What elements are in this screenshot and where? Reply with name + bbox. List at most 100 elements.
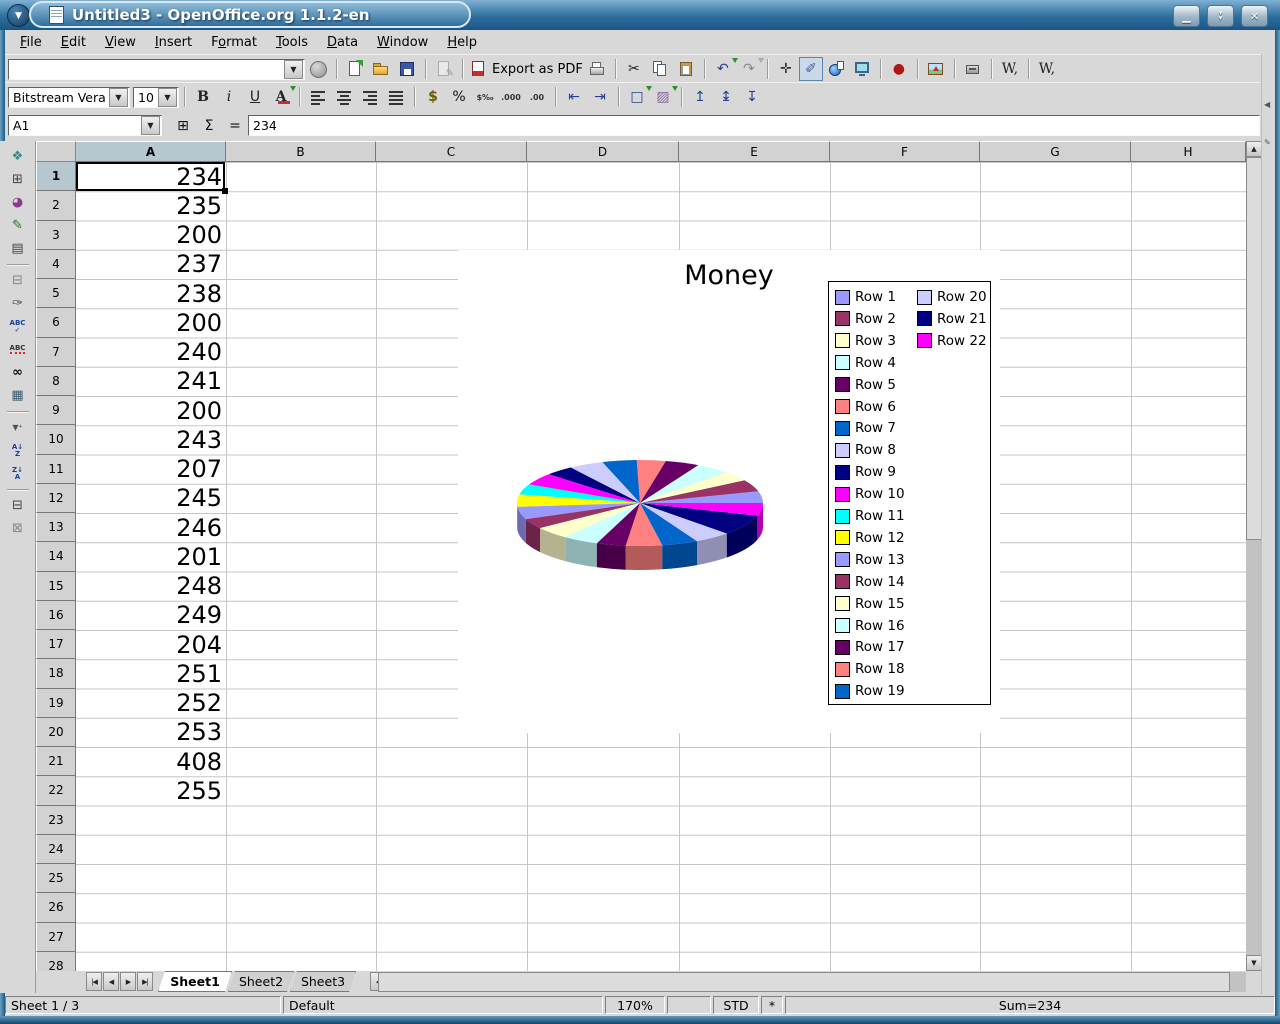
sheet-tab-sheet3[interactable]: Sheet3 bbox=[290, 971, 356, 992]
percent-format-icon[interactable]: % bbox=[446, 85, 472, 109]
row-header-1[interactable]: 1 bbox=[36, 162, 76, 191]
cell-A18[interactable]: 251 bbox=[76, 659, 226, 688]
cell-A8[interactable]: 241 bbox=[76, 367, 226, 396]
menu-window[interactable]: Window bbox=[368, 32, 438, 53]
status-page-style[interactable]: Default bbox=[283, 996, 603, 1014]
column-header-F[interactable]: F bbox=[830, 141, 980, 162]
find-replace-icon[interactable]: ∞ bbox=[4, 361, 32, 384]
copy-icon[interactable] bbox=[647, 57, 673, 81]
row-header-25[interactable]: 25 bbox=[36, 864, 76, 893]
row-header-24[interactable]: 24 bbox=[36, 835, 76, 864]
url-combo-dropdown-icon[interactable]: ▼ bbox=[284, 60, 303, 79]
column-header-G[interactable]: G bbox=[980, 141, 1131, 162]
menu-data[interactable]: Data bbox=[318, 32, 368, 53]
select-all-corner[interactable] bbox=[36, 141, 76, 162]
cell-A7[interactable]: 240 bbox=[76, 338, 226, 367]
row-header-22[interactable]: 22 bbox=[36, 776, 76, 805]
gallery-icon[interactable] bbox=[849, 57, 875, 81]
save-icon[interactable] bbox=[394, 57, 420, 81]
decrease-indent-icon[interactable]: ⇤ bbox=[561, 85, 587, 109]
draw-functions-icon[interactable]: ✎ bbox=[4, 214, 32, 237]
menu-tools[interactable]: Tools bbox=[267, 32, 318, 53]
insert-sheet-icon[interactable]: ⊟ bbox=[4, 269, 32, 292]
row-header-12[interactable]: 12 bbox=[36, 484, 76, 513]
cell-A15[interactable]: 248 bbox=[76, 572, 226, 601]
ungroup-icon[interactable]: ⊠ bbox=[4, 517, 32, 540]
insert-object-icon[interactable]: ❖ bbox=[4, 145, 32, 168]
row-header-2[interactable]: 2 bbox=[36, 191, 76, 220]
input-line[interactable]: 234 bbox=[248, 115, 1260, 136]
whats-this-icon[interactable]: W, bbox=[997, 57, 1023, 81]
cell-A17[interactable]: 204 bbox=[76, 630, 226, 659]
cell-A4[interactable]: 237 bbox=[76, 250, 226, 279]
background-color-icon[interactable]: ▨ bbox=[650, 85, 676, 109]
column-header-H[interactable]: H bbox=[1131, 141, 1246, 162]
font-name-combo[interactable]: Bitstream Vera Sä▼ bbox=[8, 87, 130, 108]
row-header-21[interactable]: 21 bbox=[36, 747, 76, 776]
cell-A9[interactable]: 200 bbox=[76, 396, 226, 425]
cell-A6[interactable]: 200 bbox=[76, 308, 226, 337]
shade-button[interactable]: ▾▾ bbox=[1207, 5, 1234, 27]
sheet-tab-sheet2[interactable]: Sheet2 bbox=[228, 971, 294, 992]
underline-button[interactable]: U bbox=[242, 85, 268, 109]
spellcheck-icon[interactable]: ABC✓ bbox=[4, 315, 32, 338]
sort-descending-icon[interactable]: Z↓A bbox=[4, 462, 32, 485]
mail-icon[interactable] bbox=[960, 57, 986, 81]
row-header-19[interactable]: 19 bbox=[36, 689, 76, 718]
borders-icon[interactable]: □ bbox=[624, 85, 650, 109]
row-header-23[interactable]: 23 bbox=[36, 806, 76, 835]
name-box-dropdown-icon[interactable]: ▼ bbox=[141, 116, 160, 135]
cell-A2[interactable]: 235 bbox=[76, 191, 226, 220]
cell-A20[interactable]: 253 bbox=[76, 718, 226, 747]
font-size-combo[interactable]: 10▼ bbox=[133, 87, 179, 108]
bold-button[interactable]: B bbox=[190, 85, 216, 109]
row-header-28[interactable]: 28 bbox=[36, 952, 76, 971]
status-insert-mode[interactable] bbox=[667, 996, 711, 1014]
navigator-icon[interactable]: ✛ bbox=[773, 57, 799, 81]
insert-form-icon[interactable]: ▤ bbox=[4, 237, 32, 260]
paste-icon[interactable] bbox=[673, 57, 699, 81]
stop-icon[interactable] bbox=[305, 57, 331, 81]
cut-icon[interactable]: ✂ bbox=[621, 57, 647, 81]
cell-A11[interactable]: 207 bbox=[76, 455, 226, 484]
minimize-button[interactable]: ▁ bbox=[1173, 5, 1200, 27]
dropdown-arrow-icon[interactable] bbox=[672, 86, 678, 91]
first-sheet-icon[interactable]: |◀ bbox=[86, 972, 102, 991]
record-macro-icon[interactable]: ● bbox=[886, 57, 912, 81]
increase-indent-icon[interactable]: ⇥ bbox=[587, 85, 613, 109]
delete-decimal-icon[interactable]: .00 bbox=[524, 85, 550, 109]
align-bottom-icon[interactable]: ↧ bbox=[739, 85, 765, 109]
hyperlink-icon[interactable] bbox=[823, 57, 849, 81]
url-combo[interactable]: ▼ bbox=[8, 59, 305, 80]
row-header-15[interactable]: 15 bbox=[36, 572, 76, 601]
align-top-icon[interactable]: ↥ bbox=[687, 85, 713, 109]
row-header-3[interactable]: 3 bbox=[36, 221, 76, 250]
add-decimal-icon[interactable]: .000 bbox=[498, 85, 524, 109]
open-icon[interactable] bbox=[368, 57, 394, 81]
row-header-20[interactable]: 20 bbox=[36, 718, 76, 747]
print-icon[interactable] bbox=[584, 57, 610, 81]
cell-A19[interactable]: 252 bbox=[76, 689, 226, 718]
autoformat-icon[interactable]: ✑ bbox=[4, 292, 32, 315]
status-selection-mode[interactable]: STD bbox=[713, 996, 759, 1014]
insert-graphics-icon[interactable] bbox=[923, 57, 949, 81]
toolbar-expand-icon[interactable]: ◀ bbox=[1264, 100, 1270, 109]
close-button[interactable]: ✕ bbox=[1241, 5, 1268, 27]
insert-chart-icon[interactable]: ◕ bbox=[4, 191, 32, 214]
row-header-11[interactable]: 11 bbox=[36, 455, 76, 484]
dropdown-arrow-icon[interactable] bbox=[290, 86, 296, 91]
scroll-up-icon[interactable]: ▲ bbox=[1246, 141, 1262, 157]
align-center-vertically-icon[interactable]: ↨ bbox=[713, 85, 739, 109]
row-header-18[interactable]: 18 bbox=[36, 659, 76, 688]
row-header-7[interactable]: 7 bbox=[36, 338, 76, 367]
scroll-down-icon[interactable]: ▼ bbox=[1246, 955, 1262, 971]
cell-A12[interactable]: 245 bbox=[76, 484, 226, 513]
menu-file[interactable]: File bbox=[11, 32, 52, 53]
sheet-tab-sheet1[interactable]: Sheet1 bbox=[158, 971, 232, 992]
stylist-icon[interactable]: ✐ bbox=[799, 57, 823, 81]
cell-A5[interactable]: 238 bbox=[76, 279, 226, 308]
cell-A13[interactable]: 246 bbox=[76, 513, 226, 542]
row-header-26[interactable]: 26 bbox=[36, 893, 76, 922]
font-name-combo-dropdown-icon[interactable]: ▼ bbox=[109, 88, 128, 107]
cell-A16[interactable]: 249 bbox=[76, 601, 226, 630]
